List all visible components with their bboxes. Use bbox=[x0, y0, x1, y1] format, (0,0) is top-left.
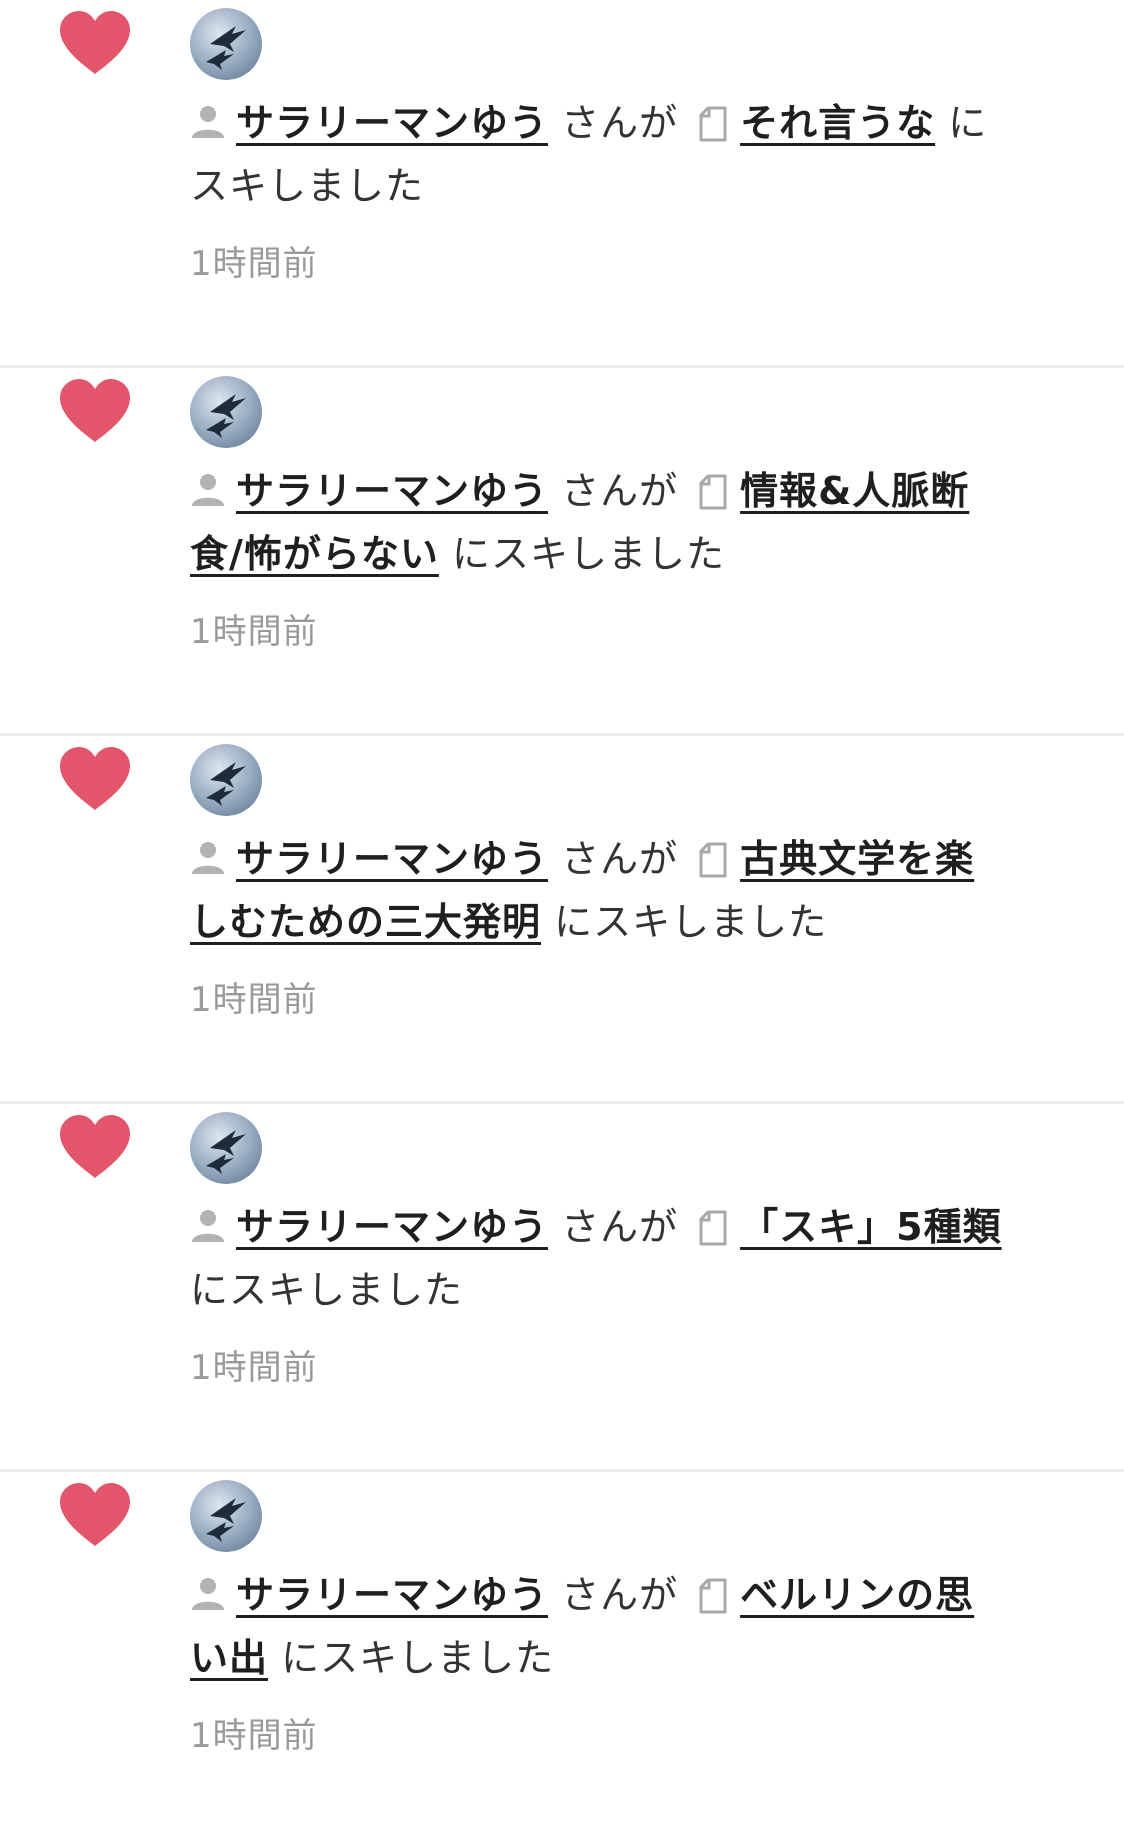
heart-icon bbox=[60, 11, 130, 74]
notification-message: サラリーマンゆう さんが ベルリンの思い出 にスキしました bbox=[190, 1564, 1010, 1690]
notification-message: サラリーマンゆう さんが 古典文学を楽しむための三大発明 にスキしました bbox=[190, 828, 1010, 954]
user-name-link[interactable]: サラリーマンゆう bbox=[236, 1573, 548, 1617]
note-icon bbox=[699, 1210, 727, 1246]
note-icon bbox=[699, 474, 727, 510]
user-name-link[interactable]: サラリーマンゆう bbox=[236, 1205, 548, 1249]
notification-item: サラリーマンゆう さんが 情報&人脈断食/怖がらない にスキしました 1時間前 bbox=[0, 368, 1124, 736]
user-icon bbox=[192, 106, 224, 138]
timestamp: 1時間前 bbox=[190, 980, 318, 1020]
action-text: にスキしました bbox=[554, 900, 828, 944]
connector-text: さんが bbox=[561, 101, 679, 145]
note-icon bbox=[699, 842, 727, 878]
user-icon bbox=[192, 1210, 224, 1242]
notification-message: サラリーマンゆう さんが 「スキ」5種類 にスキしました bbox=[190, 1196, 1010, 1322]
connector-text: さんが bbox=[561, 469, 679, 513]
action-text: にスキしました bbox=[190, 1268, 464, 1312]
connector-text: さんが bbox=[561, 837, 679, 881]
notification-item: サラリーマンゆう さんが 「スキ」5種類 にスキしました 1時間前 bbox=[0, 1104, 1124, 1472]
notification-item: サラリーマンゆう さんが ベルリンの思い出 にスキしました 1時間前 bbox=[0, 1472, 1124, 1840]
user-icon bbox=[192, 842, 224, 874]
notification-item: サラリーマンゆう さんが それ言うな にスキしました 1時間前 bbox=[0, 0, 1124, 368]
note-icon bbox=[699, 106, 727, 142]
avatar[interactable] bbox=[190, 376, 262, 448]
user-name-link[interactable]: サラリーマンゆう bbox=[236, 101, 548, 145]
avatar[interactable] bbox=[190, 1480, 262, 1552]
notification-feed: サラリーマンゆう さんが それ言うな にスキしました 1時間前 サラリーマンゆう… bbox=[0, 0, 1124, 1769]
user-icon bbox=[192, 1578, 224, 1610]
action-text: にスキしました bbox=[451, 532, 725, 576]
user-name-link[interactable]: サラリーマンゆう bbox=[236, 837, 548, 881]
user-name-link[interactable]: サラリーマンゆう bbox=[236, 469, 548, 513]
article-title-link[interactable]: 「スキ」5種類 bbox=[740, 1205, 1001, 1249]
note-icon bbox=[699, 1578, 727, 1614]
connector-text: さんが bbox=[561, 1205, 679, 1249]
heart-icon bbox=[60, 1483, 130, 1546]
notification-message: サラリーマンゆう さんが それ言うな にスキしました bbox=[190, 92, 1010, 218]
avatar[interactable] bbox=[190, 8, 262, 80]
action-text: にスキしました bbox=[281, 1636, 555, 1680]
article-title-link[interactable]: それ言うな bbox=[740, 101, 935, 145]
notification-item: サラリーマンゆう さんが 古典文学を楽しむための三大発明 にスキしました 1時間… bbox=[0, 736, 1124, 1104]
heart-icon bbox=[60, 747, 130, 810]
timestamp: 1時間前 bbox=[190, 1348, 318, 1388]
user-icon bbox=[192, 474, 224, 506]
notification-message: サラリーマンゆう さんが 情報&人脈断食/怖がらない にスキしました bbox=[190, 460, 1010, 586]
timestamp: 1時間前 bbox=[190, 244, 318, 284]
connector-text: さんが bbox=[561, 1573, 679, 1617]
avatar[interactable] bbox=[190, 744, 262, 816]
avatar[interactable] bbox=[190, 1112, 262, 1184]
timestamp: 1時間前 bbox=[190, 612, 318, 652]
timestamp: 1時間前 bbox=[190, 1716, 318, 1756]
heart-icon bbox=[60, 1115, 130, 1178]
heart-icon bbox=[60, 379, 130, 442]
